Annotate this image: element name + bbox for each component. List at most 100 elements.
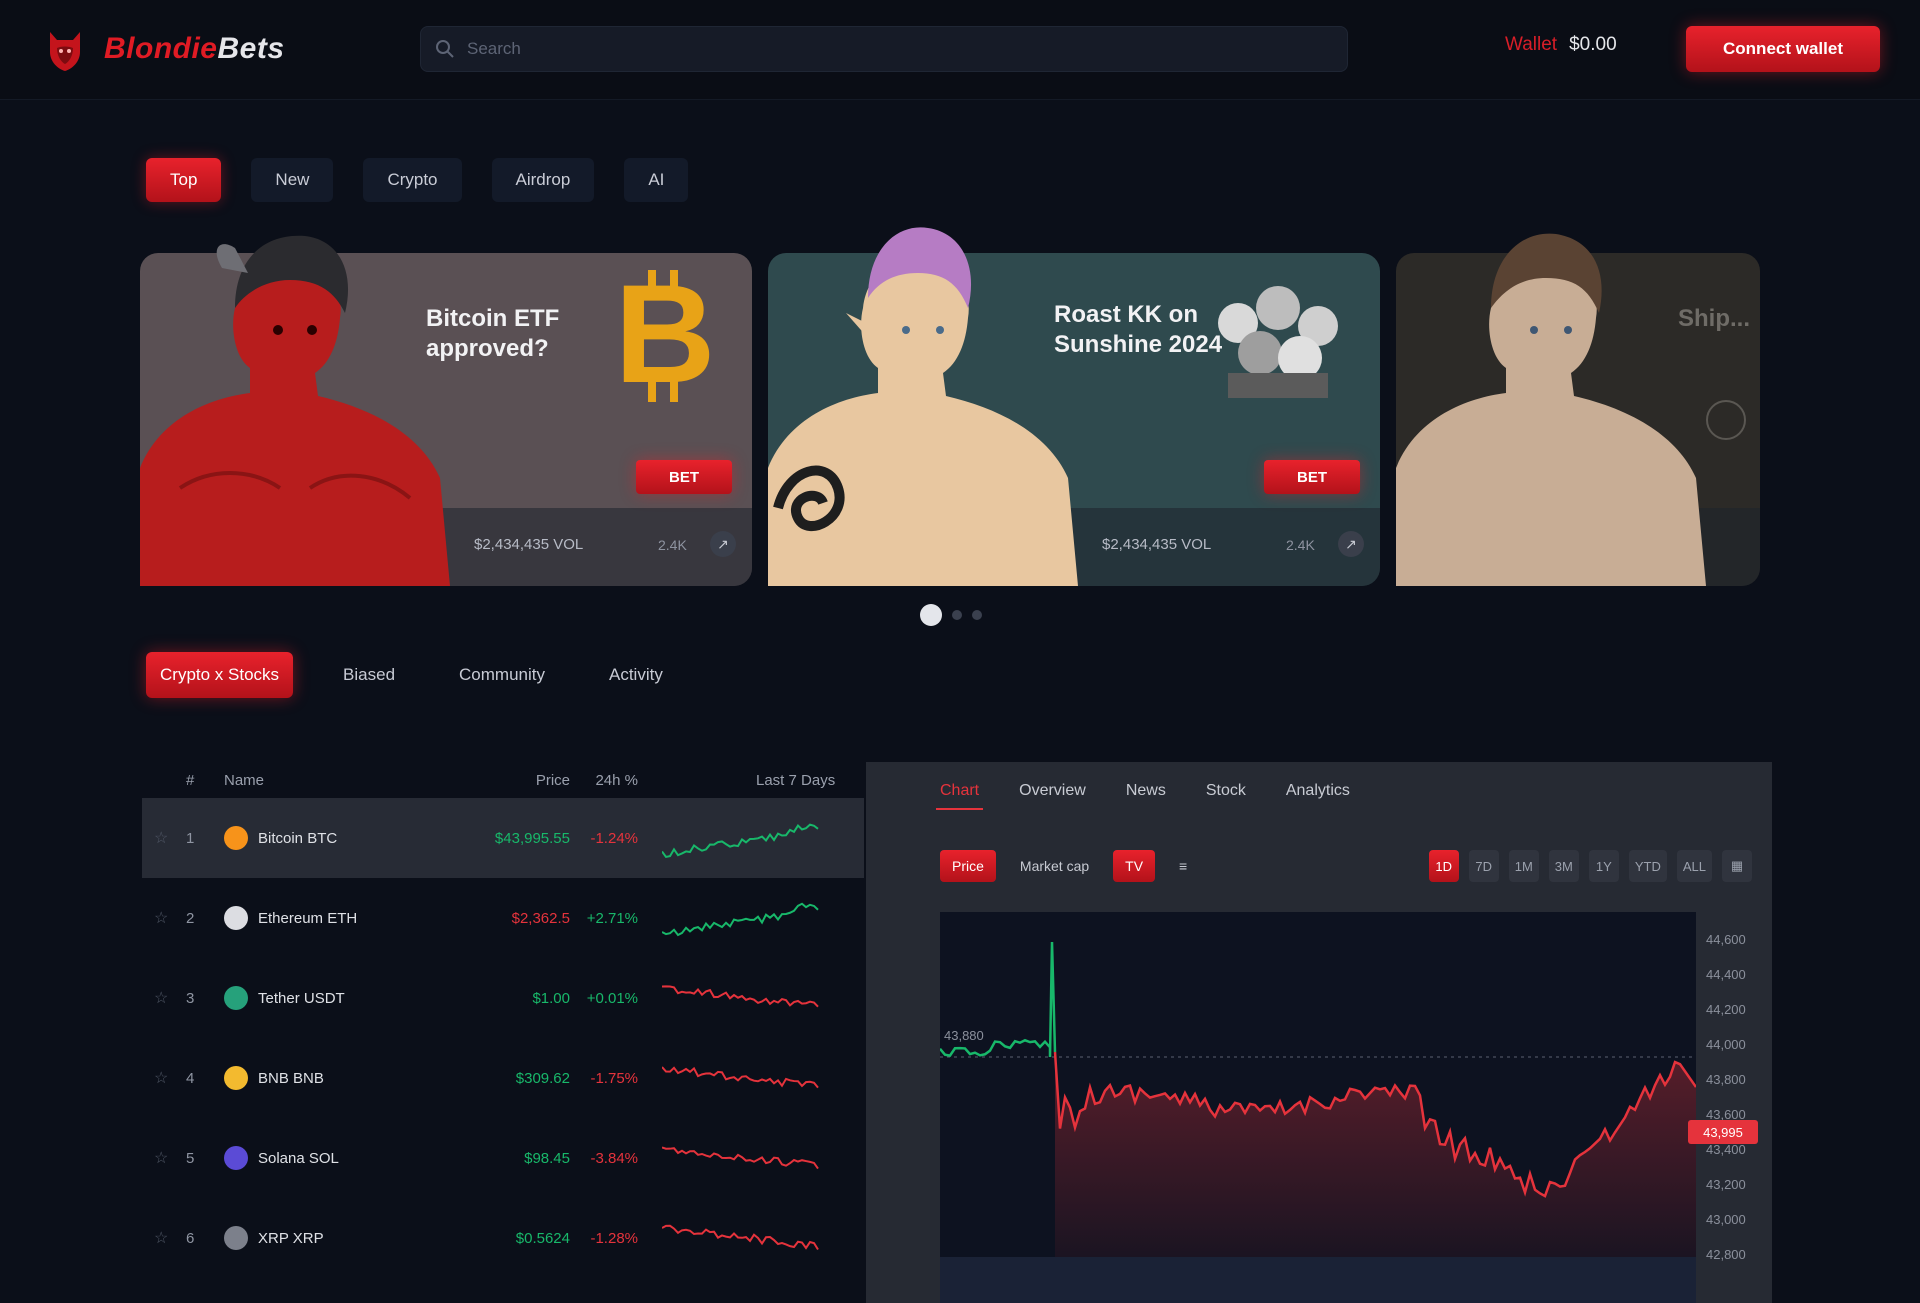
tradingview-toggle[interactable]: TV: [1113, 850, 1156, 882]
sparkline: [662, 985, 819, 1008]
timeframe-ytd[interactable]: YTD: [1628, 850, 1667, 882]
volume-band: [940, 1257, 1696, 1303]
next-arrow-icon[interactable]: [1706, 400, 1746, 440]
tab-chart[interactable]: Chart: [936, 774, 984, 810]
market-card[interactable]: Roast KK on Sunshine 2024 BET $2,434,435…: [768, 218, 1380, 586]
pagination-dot[interactable]: [920, 604, 942, 626]
header-last7: Last 7 Days: [756, 771, 836, 789]
timeframe-1d[interactable]: 1D: [1428, 850, 1459, 882]
menu-icon[interactable]: ≡: [1167, 850, 1199, 882]
chart-mode-controls: Price Market cap TV ≡: [940, 850, 1199, 882]
bet-button[interactable]: BET: [636, 460, 732, 494]
table-row[interactable]: ☆ 4 BNB BNB $309.62 -1.75%: [142, 1038, 864, 1118]
table-row[interactable]: ☆ 5 Solana SOL $98.45 -3.84%: [142, 1118, 864, 1198]
connect-wallet-button[interactable]: Connect wallet: [1686, 26, 1880, 72]
card-title: Bitcoin ETF approved?: [426, 305, 560, 362]
header-price[interactable]: Price: [536, 772, 570, 789]
star-icon[interactable]: ☆: [154, 828, 168, 848]
character-image: [1396, 233, 1706, 586]
devil-character-image: [140, 235, 450, 586]
table-row[interactable]: ☆ 2 Ethereum ETH $2,362.5 +2.71%: [142, 878, 864, 958]
search-input[interactable]: [467, 39, 1327, 59]
timeframe-all[interactable]: ALL: [1676, 850, 1712, 882]
tab-activity[interactable]: Activity: [595, 652, 677, 698]
coin-change: -1.24%: [590, 829, 638, 847]
coin-icon: [224, 986, 248, 1010]
y-axis-label: 44,000: [1706, 1037, 1746, 1052]
star-icon[interactable]: ☆: [154, 908, 168, 928]
bet-button[interactable]: BET: [1264, 460, 1360, 494]
coin-change: -1.75%: [590, 1069, 638, 1087]
tab-ai[interactable]: AI: [624, 158, 689, 202]
coin-icon: [224, 1226, 248, 1250]
wallet-balance: Wallet $0.00: [1505, 34, 1617, 56]
timeframe-1y[interactable]: 1Y: [1588, 850, 1619, 882]
balance-label: Wallet: [1505, 34, 1558, 55]
tab-airdrop[interactable]: Airdrop: [491, 158, 595, 202]
table-row[interactable]: ☆ 6 XRP XRP $0.5624 -1.28%: [142, 1198, 864, 1278]
tab-overview[interactable]: Overview: [1015, 774, 1090, 810]
sparkline: [662, 1146, 819, 1170]
star-icon[interactable]: ☆: [154, 1068, 168, 1088]
header-change[interactable]: 24h %: [595, 772, 638, 789]
coin-icon: [224, 826, 248, 850]
coin-change: +0.01%: [586, 989, 638, 1007]
table-row[interactable]: ☆ 1 Bitcoin BTC $43,995.55 -1.24%: [142, 798, 864, 878]
coin-change: -1.28%: [590, 1229, 638, 1247]
price-chart[interactable]: 43,880: [940, 912, 1696, 1303]
star-icon[interactable]: ☆: [154, 988, 168, 1008]
coin-change: +2.71%: [586, 909, 638, 927]
coin-change: -3.84%: [590, 1149, 638, 1167]
search-icon: [436, 40, 454, 58]
search-bar[interactable]: [420, 26, 1348, 72]
market-tabs: Crypto x Stocks Biased Community Activit…: [146, 652, 677, 698]
coin-price: $309.62: [515, 1069, 570, 1087]
market-cap-toggle[interactable]: Market cap: [1008, 850, 1101, 882]
tab-news[interactable]: News: [1122, 774, 1170, 810]
price-toggle[interactable]: Price: [940, 850, 996, 882]
coin-name: BNB BNB: [258, 1069, 324, 1087]
y-axis-label: 44,600: [1706, 932, 1746, 947]
calendar-icon[interactable]: ▦: [1722, 850, 1752, 882]
tab-biased[interactable]: Biased: [329, 652, 409, 698]
tab-crypto-stocks[interactable]: Crypto x Stocks: [146, 652, 294, 698]
category-tabs: Top New Crypto Airdrop AI: [146, 158, 689, 202]
rank: 6: [186, 1229, 195, 1247]
timeframe-1m[interactable]: 1M: [1508, 850, 1539, 882]
tab-analytics[interactable]: Analytics: [1282, 774, 1354, 810]
coin-price: $2,362.5: [511, 909, 570, 927]
market-card[interactable]: Ship...: [1396, 218, 1760, 586]
sparkline: [662, 902, 819, 937]
share-icon[interactable]: ↗: [710, 531, 736, 557]
pagination-dot[interactable]: [952, 610, 962, 620]
sparkline: [662, 823, 819, 859]
coin-price: $0.5624: [515, 1229, 570, 1247]
timeframe-7d[interactable]: 7D: [1468, 850, 1499, 882]
tab-crypto[interactable]: Crypto: [363, 158, 462, 202]
rank: 2: [186, 909, 195, 927]
y-axis-label: 43,400: [1706, 1142, 1746, 1157]
carousel-pagination: [920, 604, 982, 626]
tab-community[interactable]: Community: [445, 652, 559, 698]
y-axis-label: 43,800: [1706, 1072, 1746, 1087]
share-icon[interactable]: ↗: [1338, 531, 1364, 557]
logo[interactable]: BlondieBets: [40, 24, 285, 74]
tab-top[interactable]: Top: [146, 158, 222, 202]
rank: 3: [186, 989, 195, 1007]
rank: 4: [186, 1069, 195, 1087]
star-icon[interactable]: ☆: [154, 1148, 168, 1168]
timeframe-3m[interactable]: 3M: [1548, 850, 1579, 882]
chart-tabs: Chart Overview News Stock Analytics: [936, 774, 1354, 810]
card-volume: $2,434,435 VOL: [474, 536, 584, 553]
tab-new[interactable]: New: [251, 158, 334, 202]
header-name[interactable]: Name: [224, 772, 264, 789]
rank: 5: [186, 1149, 195, 1167]
card-count: 2.4K: [658, 537, 687, 553]
pagination-dot[interactable]: [972, 610, 982, 620]
tab-stock[interactable]: Stock: [1202, 774, 1250, 810]
market-card[interactable]: Bitcoin ETF approved? B BET $2,434,435 V…: [140, 218, 752, 586]
table-row[interactable]: ☆ 3 Tether USDT $1.00 +0.01%: [142, 958, 864, 1038]
card-count: 2.4K: [1286, 537, 1315, 553]
star-icon[interactable]: ☆: [154, 1228, 168, 1248]
logo-text: BlondieBets: [104, 32, 285, 65]
